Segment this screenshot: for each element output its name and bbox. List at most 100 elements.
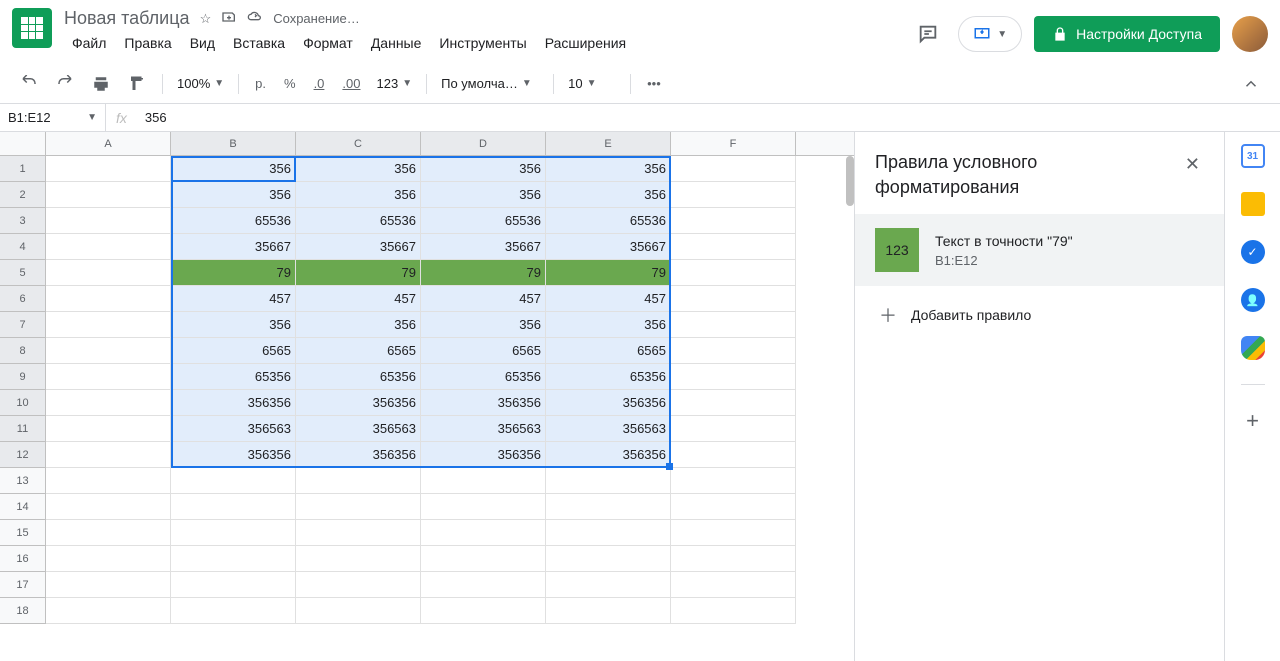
row-header[interactable]: 17 [0,572,46,598]
row-header[interactable]: 13 [0,468,46,494]
cell[interactable]: 356563 [296,416,421,442]
menu-view[interactable]: Вид [182,31,223,55]
print-button[interactable] [84,69,118,99]
cell[interactable] [46,260,171,286]
cell[interactable] [421,520,546,546]
menu-file[interactable]: Файл [64,31,114,55]
row-header[interactable]: 11 [0,416,46,442]
cell[interactable] [421,572,546,598]
cell[interactable]: 356356 [296,390,421,416]
cell[interactable] [546,520,671,546]
cloud-save-icon[interactable] [247,9,263,28]
cell[interactable] [46,494,171,520]
cell[interactable]: 356 [296,182,421,208]
menu-format[interactable]: Формат [295,31,361,55]
name-box[interactable]: B1:E12▼ [0,104,106,131]
add-addon-icon[interactable]: + [1241,409,1265,433]
cell[interactable] [171,468,296,494]
row-header[interactable]: 9 [0,364,46,390]
cell[interactable]: 356356 [546,442,671,468]
cell[interactable]: 356563 [171,416,296,442]
cell[interactable]: 457 [296,286,421,312]
redo-button[interactable] [48,69,82,99]
cell[interactable] [46,364,171,390]
cell[interactable] [46,546,171,572]
maps-icon[interactable] [1241,336,1265,360]
percent-button[interactable]: % [276,70,304,97]
row-header[interactable]: 4 [0,234,46,260]
cell[interactable]: 356563 [546,416,671,442]
col-header-f[interactable]: F [671,132,796,155]
cell[interactable]: 6565 [421,338,546,364]
cell[interactable] [671,312,796,338]
cell[interactable]: 457 [171,286,296,312]
cell[interactable] [671,468,796,494]
row-header[interactable]: 10 [0,390,46,416]
cell[interactable]: 6565 [546,338,671,364]
calendar-icon[interactable]: 31 [1241,144,1265,168]
cell[interactable] [546,598,671,624]
cell[interactable]: 457 [421,286,546,312]
col-header-d[interactable]: D [421,132,546,155]
cell[interactable] [46,520,171,546]
cell[interactable]: 6565 [171,338,296,364]
cell[interactable] [46,312,171,338]
user-avatar[interactable] [1232,16,1268,52]
cell[interactable] [546,572,671,598]
cell[interactable]: 65536 [546,208,671,234]
cell[interactable]: 35667 [296,234,421,260]
cell[interactable] [296,598,421,624]
cell[interactable] [296,468,421,494]
cell[interactable]: 356563 [421,416,546,442]
collapse-toolbar-button[interactable] [1234,69,1268,99]
cell[interactable]: 65536 [296,208,421,234]
contacts-icon[interactable] [1241,288,1265,312]
cell[interactable]: 65356 [546,364,671,390]
cell[interactable] [296,494,421,520]
cell[interactable] [171,494,296,520]
sheets-logo[interactable] [12,8,52,48]
cell[interactable]: 356356 [171,390,296,416]
cell[interactable]: 79 [421,260,546,286]
cell[interactable] [671,364,796,390]
cell[interactable] [46,338,171,364]
move-icon[interactable] [221,9,237,28]
cell[interactable]: 356 [546,182,671,208]
cell[interactable] [421,468,546,494]
font-dropdown[interactable]: По умолча…▼ [435,72,545,95]
menu-tools[interactable]: Инструменты [431,31,534,55]
menu-data[interactable]: Данные [363,31,430,55]
cell[interactable] [46,286,171,312]
cell[interactable]: 356356 [296,442,421,468]
tasks-icon[interactable] [1241,240,1265,264]
cell[interactable] [46,156,171,182]
present-button[interactable]: ▼ [958,16,1022,52]
cell[interactable]: 356 [421,156,546,182]
cell[interactable]: 356 [171,312,296,338]
menu-insert[interactable]: Вставка [225,31,293,55]
row-header[interactable]: 6 [0,286,46,312]
row-header[interactable]: 3 [0,208,46,234]
cell[interactable] [421,546,546,572]
cell[interactable]: 356 [546,312,671,338]
cell[interactable]: 356 [296,312,421,338]
formula-input[interactable]: 356 [137,110,1280,125]
spreadsheet-grid[interactable]: A B C D E F 1356356356356235635635635636… [0,132,854,661]
row-header[interactable]: 8 [0,338,46,364]
comments-icon[interactable] [910,16,946,52]
row-header[interactable]: 15 [0,520,46,546]
font-size-dropdown[interactable]: 10▼ [562,72,622,95]
cell[interactable] [171,572,296,598]
cell[interactable]: 79 [296,260,421,286]
row-header[interactable]: 7 [0,312,46,338]
cell[interactable] [671,260,796,286]
cell[interactable] [546,546,671,572]
cell[interactable] [46,572,171,598]
cell[interactable] [46,390,171,416]
cell[interactable] [671,390,796,416]
cell[interactable] [671,208,796,234]
cell[interactable] [546,494,671,520]
cell[interactable] [671,286,796,312]
menu-extensions[interactable]: Расширения [537,31,634,55]
keep-icon[interactable] [1241,192,1265,216]
